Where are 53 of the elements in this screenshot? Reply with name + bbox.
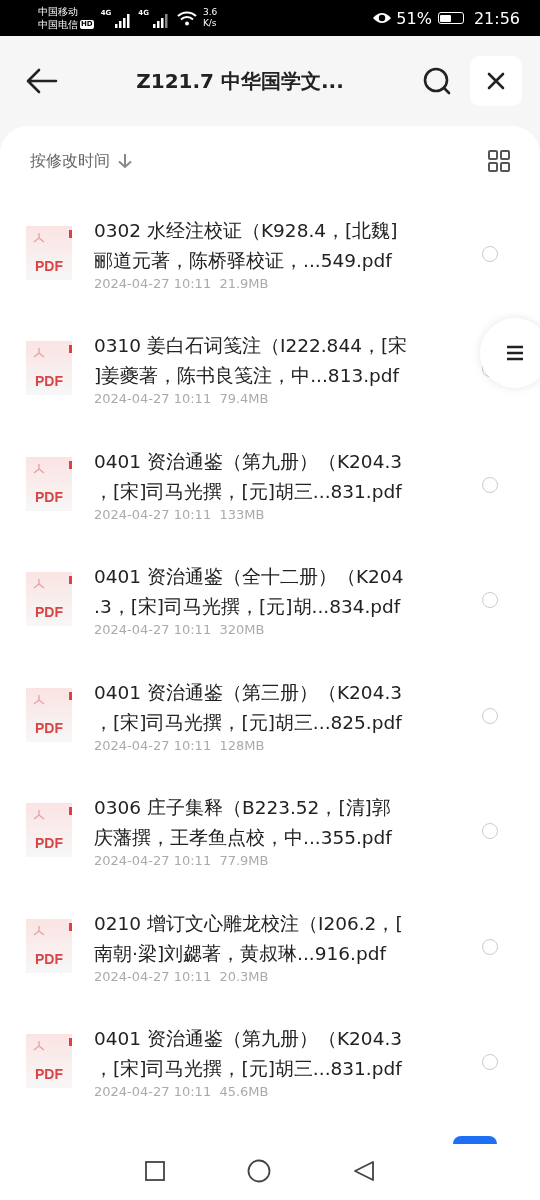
pdf-file-icon: PDF xyxy=(26,1034,72,1089)
close-button[interactable] xyxy=(470,56,522,106)
file-item[interactable]: PDF 0401 资治通鉴（第三册）（K204.3 ，[宋]司马光撰，[元]胡三...825.pdf 2024-04-27 10:11 128MB xyxy=(0,658,540,774)
battery-percent: 51% xyxy=(396,8,432,28)
carrier-name: 中国移动 xyxy=(38,5,79,18)
file-name: 0401 资治通鉴（第九册）（K204.3 ，[宋]司马光撰，[元]胡三...831.pdf xyxy=(94,1027,404,1082)
file-name: 0401 资治通鉴（第三册）（K204.3 ，[宋]司马光撰，[元]胡三...825.pdf xyxy=(94,680,404,735)
file-details: 2024-04-27 10:11 133MB xyxy=(94,505,266,523)
file-details: 2024-04-27 10:11 20.3MB xyxy=(94,967,270,985)
floating-action-button[interactable] xyxy=(453,1136,497,1144)
eye-icon xyxy=(372,11,393,25)
file-details: 2024-04-27 10:11 79.4MB xyxy=(94,390,270,408)
file-item[interactable]: PDF 0210 增订文心雕龙校注（I206.2，[ 南朝·梁]刘勰著，黄叔琳...916.pdf 2024-04-27 10:11 20.3MB xyxy=(0,889,540,1005)
speed-value: 3.6 xyxy=(202,7,218,18)
pdf-file-icon: PDF xyxy=(26,918,72,973)
file-details: 2024-04-27 10:11 128MB xyxy=(94,736,266,754)
file-item[interactable]: PDF 0401 资治通鉴（第九册）（K204.3 ，[宋]司马光撰，[元]胡三...831.pdf 2024-04-27 10:11 45.6MB xyxy=(0,1004,540,1120)
pdf-file-icon: PDF xyxy=(26,572,72,627)
home-button[interactable] xyxy=(247,1159,271,1183)
speed-unit: K/s xyxy=(202,18,218,29)
signal-icon xyxy=(115,14,132,28)
down-arrow-icon xyxy=(118,153,132,169)
pdf-file-icon: PDF xyxy=(26,456,72,511)
back-nav-button[interactable] xyxy=(353,1160,375,1182)
file-details: 2024-04-27 10:11 77.9MB xyxy=(94,852,270,870)
signal-icon xyxy=(152,14,169,28)
close-icon xyxy=(487,72,505,90)
file-name: 0302 水经注校证（K928.4，[北魏] 郦道元著，陈桥驿校证，...549.pdf xyxy=(94,218,399,273)
file-name: 0401 资治通鉴（第九册）（K204.3 ，[宋]司马光撰，[元]胡三...831.pdf xyxy=(94,449,404,504)
file-item[interactable]: PDF 0401 资治通鉴（第九册）（K204.3 ，[宋]司马光撰，[元]胡三...831.pdf 2024-04-27 10:11 133MB xyxy=(0,427,540,543)
file-details: 2024-04-27 10:11 21.9MB xyxy=(94,274,270,292)
battery-icon xyxy=(437,12,464,24)
sort-button[interactable]: 按修改时间 xyxy=(30,150,132,172)
clock: 21:56 xyxy=(473,8,520,28)
file-item[interactable]: PDF 0306 庄子集释（B223.52，[清]郭 庆藩撰，王孝鱼点校，中...355.pdf 2024-04-27 10:11 77.9MB xyxy=(0,773,540,889)
file-details: 2024-04-27 10:11 320MB xyxy=(94,621,266,639)
folder-title: Z121.7 中华国学文... xyxy=(135,67,345,95)
pdf-file-icon: PDF xyxy=(26,225,72,280)
grid-view-button[interactable] xyxy=(488,150,510,172)
recents-button[interactable] xyxy=(145,1161,165,1181)
file-item[interactable]: PDF 0302 水经注校证（K928.4，[北魏] 郦道元著，陈桥驿校证，...549.pdf 2024-04-27 10:11 21.9MB xyxy=(0,196,540,312)
pdf-file-icon: PDF xyxy=(26,687,72,742)
file-name: 0401 资治通鉴（全十二册）（K204 .3，[宋]司马光撰，[元]胡...834.pdf xyxy=(94,565,405,620)
menu-icon xyxy=(506,345,524,361)
wifi-icon xyxy=(176,10,197,26)
file-details: 2024-04-27 10:11 45.6MB xyxy=(94,1083,270,1101)
pdf-file-icon: PDF xyxy=(26,803,72,858)
file-name: 0210 增订文心雕龙校注（I206.2，[ 南朝·梁]刘勰著，黄叔琳...916.pdf xyxy=(94,911,404,966)
file-name: 0306 庄子集释（B223.52，[清]郭 庆藩撰，王孝鱼点校，中...355.pdf xyxy=(94,796,393,851)
file-item[interactable]: PDF 0401 资治通鉴（全十二册）（K204 .3，[宋]司马光撰，[元]胡...834.pdf 2024-04-27 10:11 320MB xyxy=(0,542,540,658)
file-name: 0310 姜白石词笺注（I222.844，[宋 ]姜夔著，陈书良笺注，中...813.pdf xyxy=(94,334,409,389)
carrier-name: 中国电信 xyxy=(38,18,78,31)
pdf-file-icon: PDF xyxy=(26,341,72,396)
